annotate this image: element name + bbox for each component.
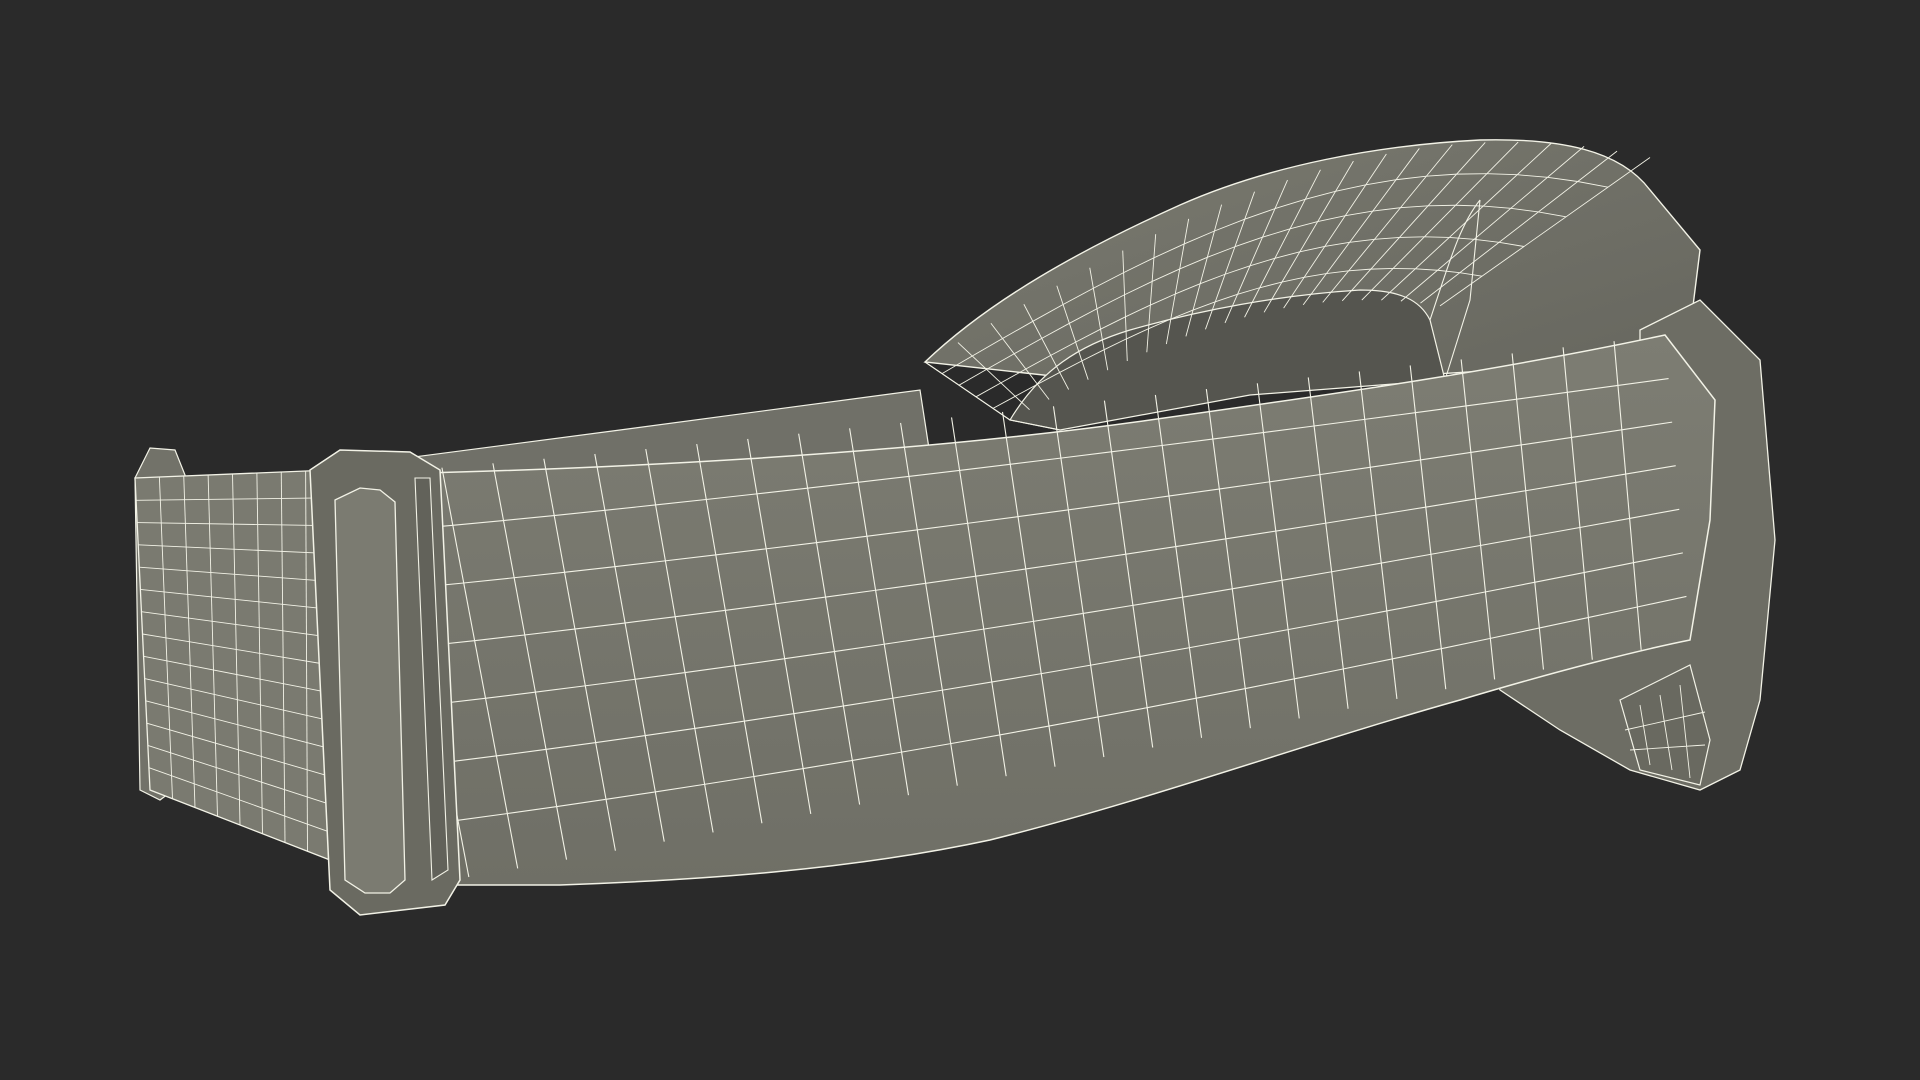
wire-line xyxy=(1424,236,1450,238)
wire-line xyxy=(1399,236,1425,238)
3d-viewport[interactable] xyxy=(0,0,1920,1080)
strap-end-left xyxy=(134,469,331,861)
wireframe-goggles-model xyxy=(134,139,1776,916)
wire-line xyxy=(924,361,1011,421)
wire-line xyxy=(975,382,1002,398)
strap-buckle-bar xyxy=(334,487,406,894)
wire-line xyxy=(1428,204,1456,207)
wire-line xyxy=(958,369,987,386)
wire-line xyxy=(992,395,1016,409)
